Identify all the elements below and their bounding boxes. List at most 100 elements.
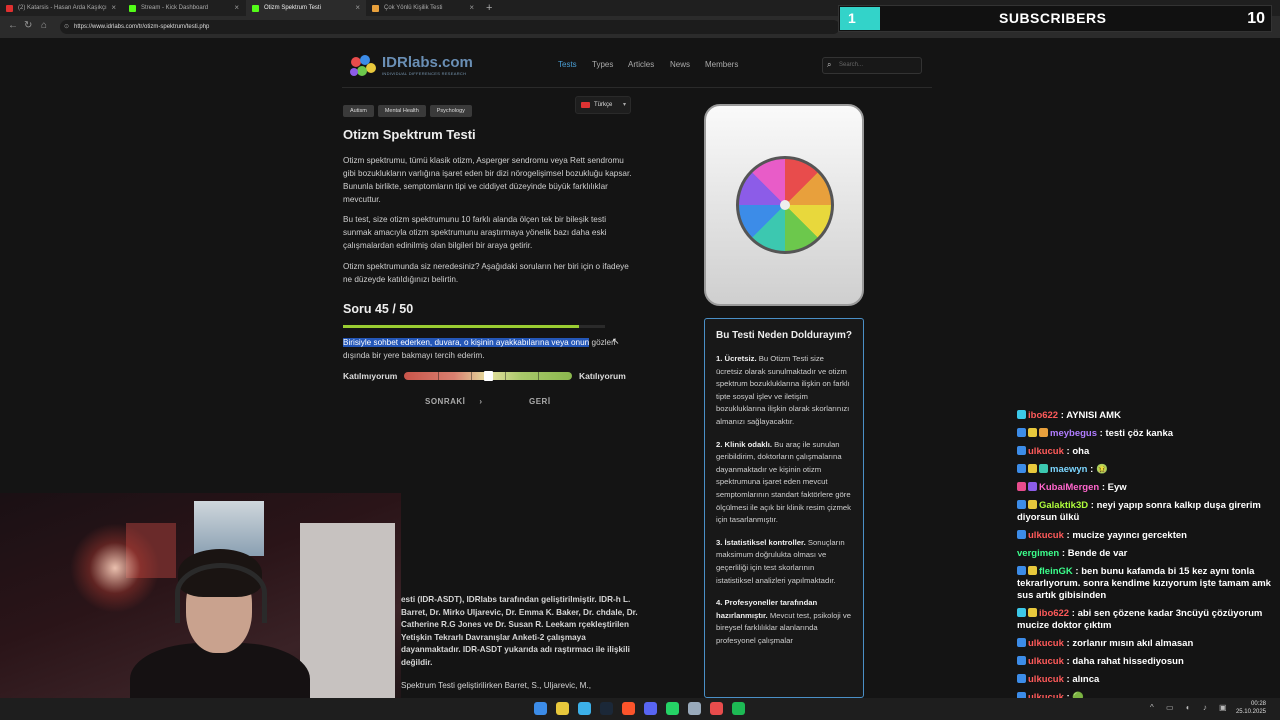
nav-types[interactable]: Types bbox=[592, 60, 613, 69]
chat-message: ulkucuk : mucize yayıncı gercekten bbox=[1017, 530, 1280, 542]
chevron-down-icon: ▾ bbox=[622, 102, 626, 108]
question-counter: Soru 45 / 50 bbox=[343, 302, 414, 316]
nav-tests[interactable]: Tests bbox=[558, 60, 577, 69]
chat-message: maewyn : 🤢 bbox=[1017, 464, 1280, 476]
chat-badge-icon bbox=[1017, 638, 1026, 647]
new-tab-button[interactable]: + bbox=[486, 0, 492, 16]
shelf bbox=[300, 523, 395, 713]
test-icon-image bbox=[704, 104, 864, 306]
tag-list: Autism Mental Health Psychology bbox=[343, 99, 476, 117]
chat-username[interactable]: ulkucuk bbox=[1028, 656, 1064, 667]
spotify-icon[interactable] bbox=[732, 702, 745, 715]
nav-members[interactable]: Members bbox=[705, 60, 738, 69]
chat-username[interactable]: ibo622 bbox=[1039, 608, 1069, 619]
chat-username[interactable]: ibo622 bbox=[1028, 410, 1058, 421]
chat-username[interactable]: Galaktik3D bbox=[1039, 500, 1088, 511]
close-tab-icon[interactable]: × bbox=[111, 0, 116, 16]
tab-katarsis[interactable]: (2) Katarsis - Hasan Arda Kaşıkçı × bbox=[0, 0, 122, 16]
search-icon: ⌕ bbox=[827, 60, 832, 69]
intro-paragraph: Bu test, size otizm spektrumunu 10 farkl… bbox=[343, 215, 607, 250]
tab-kisilik-testi[interactable]: Çok Yönlü Kişilik Testi × bbox=[366, 0, 480, 16]
chat-username[interactable]: fleinGK bbox=[1039, 566, 1073, 577]
chat-badge-icon bbox=[1017, 656, 1026, 665]
chat-text: 🤢 bbox=[1095, 464, 1108, 475]
chat-username[interactable]: ulkucuk bbox=[1028, 674, 1064, 685]
chat-text: testi çöz kanka bbox=[1105, 428, 1174, 439]
chat-username[interactable]: KubaiMergen bbox=[1039, 482, 1099, 493]
tab-otizm-spektrum[interactable]: Otizm Spektrum Testi × bbox=[246, 0, 366, 16]
tag-psychology[interactable]: Psychology bbox=[429, 105, 472, 117]
kick-favicon-icon bbox=[129, 5, 136, 12]
discord-icon[interactable] bbox=[644, 702, 657, 715]
steam-icon[interactable] bbox=[600, 702, 613, 715]
lock-icon: ⊙ bbox=[64, 24, 70, 30]
chat-username[interactable]: ulkucuk bbox=[1028, 638, 1064, 649]
davinci-icon[interactable] bbox=[710, 702, 723, 715]
nav-articles[interactable]: Articles bbox=[628, 60, 654, 69]
site-header: IDRlabs.com INDIVIDUAL DIFFERENCES RESEA… bbox=[342, 48, 932, 88]
chat-text: daha rahat hissediyosun bbox=[1072, 656, 1184, 667]
chat-message: KubaiMergen : Eyw bbox=[1017, 482, 1280, 494]
edge-icon[interactable] bbox=[578, 702, 591, 715]
mouse-cursor-icon: ↖ bbox=[612, 336, 620, 346]
screen: (2) Katarsis - Hasan Arda Kaşıkçı × Stre… bbox=[0, 0, 1280, 720]
file-explorer-icon[interactable] bbox=[556, 702, 569, 715]
site-favicon-icon bbox=[372, 5, 379, 12]
nav-news[interactable]: News bbox=[670, 60, 690, 69]
reload-icon[interactable]: ↻ bbox=[24, 20, 32, 31]
hexagon-logo-icon bbox=[350, 55, 376, 76]
chat-message: ulkucuk : zorlanır mısın akıl almasan bbox=[1017, 638, 1280, 650]
scale-slider-handle[interactable] bbox=[484, 371, 493, 381]
windows-start-icon[interactable] bbox=[534, 702, 547, 715]
chat-username[interactable]: ulkucuk bbox=[1028, 446, 1064, 457]
close-tab-icon[interactable]: × bbox=[234, 0, 239, 16]
chat-username[interactable]: meybegus bbox=[1050, 428, 1097, 439]
chat-message: Galaktik3D : neyi yapıp sonra kalkıp duş… bbox=[1017, 500, 1261, 523]
site-favicon-icon bbox=[252, 5, 259, 12]
tab-kick-dashboard[interactable]: Stream - Kick Dashboard × bbox=[123, 0, 245, 16]
scale-agree-label: Katılıyorum bbox=[579, 371, 626, 381]
why-title: Bu Testi Neden Doldurayım? bbox=[716, 330, 852, 341]
wall-art bbox=[194, 501, 264, 556]
chat-text: Bende de var bbox=[1067, 548, 1128, 559]
chat-username[interactable]: vergimen bbox=[1017, 548, 1059, 559]
chevron-right-icon: › bbox=[479, 397, 483, 406]
idrlabs-logo[interactable]: IDRlabs.com INDIVIDUAL DIFFERENCES RESEA… bbox=[348, 52, 488, 80]
back-arrow-icon[interactable]: ← bbox=[8, 20, 18, 31]
chat-username[interactable]: ulkucuk bbox=[1028, 530, 1064, 541]
clock[interactable]: 00:28 25.10.2025 bbox=[1236, 700, 1266, 716]
chat-badge-icon bbox=[1017, 608, 1026, 617]
agreement-scale[interactable] bbox=[404, 371, 572, 381]
chat-badge-icon bbox=[1017, 674, 1026, 683]
chat-badge-icon bbox=[1039, 428, 1048, 437]
chat-badge-icon bbox=[1017, 410, 1026, 419]
close-tab-icon[interactable]: × bbox=[469, 0, 474, 16]
back-button[interactable]: GERİ bbox=[529, 397, 551, 406]
chat-badge-icon bbox=[1028, 482, 1037, 491]
chat-text: AYNISI AMK bbox=[1066, 410, 1121, 421]
why-take-test-box: Bu Testi Neden Doldurayım? 1. Ücretsiz. … bbox=[704, 318, 864, 698]
close-tab-icon[interactable]: × bbox=[355, 0, 360, 16]
chat-badge-icon bbox=[1017, 500, 1026, 509]
settings-icon[interactable] bbox=[688, 702, 701, 715]
tag-autism[interactable]: Autism bbox=[343, 105, 374, 117]
chat-message: ulkucuk : alınca bbox=[1017, 674, 1280, 686]
test-info-text: esti (IDR-ASDT), IDRlabs tarafından geli… bbox=[401, 595, 638, 667]
chat-username[interactable]: maewyn bbox=[1050, 464, 1088, 475]
system-tray-icons[interactable]: ^ ▭ ◐ ♪ ▣ bbox=[1150, 703, 1232, 712]
chat-message: meybegus : testi çöz kanka bbox=[1017, 428, 1280, 440]
color-wheel-icon bbox=[736, 156, 834, 254]
search-input[interactable]: ⌕ Search... bbox=[822, 57, 922, 74]
home-icon[interactable]: ⌂ bbox=[41, 20, 47, 31]
scale-disagree-label: Katılmıyorum bbox=[343, 371, 398, 381]
whatsapp-icon[interactable] bbox=[666, 702, 679, 715]
brave-icon[interactable] bbox=[622, 702, 635, 715]
question-text: Birisiyle sohbet ederken, duvara, o kişi… bbox=[343, 338, 616, 360]
chat-badge-icon bbox=[1017, 464, 1026, 473]
language-select[interactable]: Türkçe ▾ bbox=[575, 96, 631, 114]
next-button[interactable]: SONRAKİ › bbox=[425, 397, 483, 406]
url-field[interactable]: ⊙ https://www.idrlabs.com/tr/otizm-spekt… bbox=[60, 20, 840, 34]
headset bbox=[175, 563, 267, 623]
tag-mental-health[interactable]: Mental Health bbox=[377, 105, 426, 117]
ring-light bbox=[70, 523, 160, 613]
